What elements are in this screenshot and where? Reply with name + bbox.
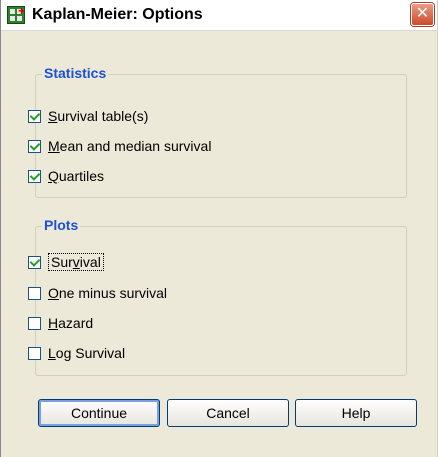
survival-table-checkbox[interactable]: [28, 109, 41, 123]
mean-median-survival-checkbox[interactable]: [28, 139, 41, 153]
kaplan-meier-options-dialog: + Kaplan-Meier: Options ✕ Statistics Sur…: [0, 0, 438, 457]
one-minus-survival-checkbox-row[interactable]: One minus survival: [28, 283, 167, 303]
plots-group-label: Plots: [42, 217, 81, 233]
log-survival-checkbox[interactable]: [28, 346, 41, 360]
log-survival-checkbox-row[interactable]: Log Survival: [28, 343, 125, 363]
mean-median-survival-label: Mean and median survival: [48, 138, 212, 154]
hazard-checkbox-row[interactable]: Hazard: [28, 313, 93, 333]
mean-median-survival-checkbox-row[interactable]: Mean and median survival: [28, 136, 211, 156]
title-bar[interactable]: + Kaplan-Meier: Options ✕: [1, 0, 437, 31]
close-icon[interactable]: ✕: [411, 3, 434, 26]
survival-table-checkbox-row[interactable]: Survival table(s): [28, 106, 148, 126]
spss-grid-icon: +: [7, 4, 25, 24]
survival-plot-checkbox[interactable]: [28, 255, 41, 269]
one-minus-survival-label: One minus survival: [48, 285, 168, 301]
survival-plot-checkbox-row[interactable]: Survival: [28, 252, 104, 272]
log-survival-label: Log Survival: [48, 345, 126, 361]
statistics-group-label: Statistics: [42, 65, 109, 81]
one-minus-survival-checkbox[interactable]: [28, 286, 41, 300]
survival-plot-label: Survival: [48, 253, 104, 271]
quartiles-checkbox-row[interactable]: Quartiles: [28, 166, 104, 186]
survival-table-label: Survival table(s): [48, 108, 149, 124]
cancel-button[interactable]: Cancel: [167, 399, 289, 427]
quartiles-label: Quartiles: [48, 168, 105, 184]
dialog-title: Kaplan-Meier: Options: [32, 6, 203, 23]
hazard-label: Hazard: [48, 315, 94, 331]
quartiles-checkbox[interactable]: [28, 169, 41, 183]
hazard-checkbox[interactable]: [28, 316, 41, 330]
continue-button[interactable]: Continue: [38, 399, 160, 427]
help-button[interactable]: Help: [295, 399, 417, 427]
